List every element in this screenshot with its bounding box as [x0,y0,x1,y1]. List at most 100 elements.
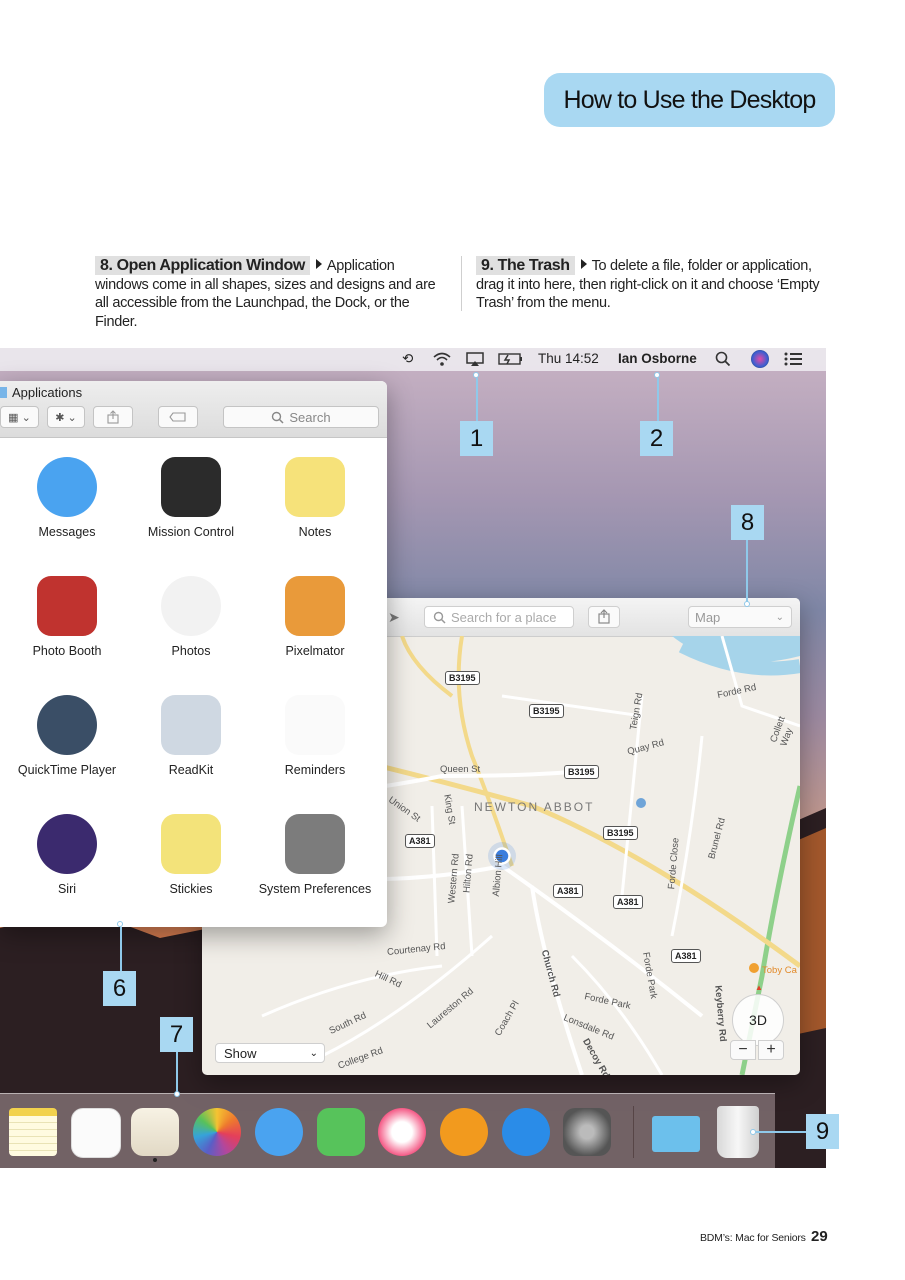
dock [0,1093,775,1168]
arrow-right-icon [315,259,322,269]
system-preferences-dock-icon[interactable] [563,1108,611,1156]
reminders-dock-icon[interactable] [71,1108,121,1158]
map-share-button[interactable] [588,606,620,628]
messages-dock-icon[interactable] [255,1108,303,1156]
search-icon [433,611,446,624]
app-item-readkit[interactable]: ReadKit [129,695,253,777]
reminders-icon [285,695,345,755]
folder-dock-icon[interactable] [652,1116,700,1152]
tag-icon [169,412,186,422]
app-item-label: Mission Control [147,525,235,539]
step-8-title: 8. Open Application Window [95,256,310,275]
time-machine-icon[interactable]: ⟲ [402,351,413,367]
map-search-placeholder: Search for a place [451,609,557,625]
callout-7: 7 [160,1017,193,1052]
app-item-stickies[interactable]: Stickies [129,814,253,896]
dock-separator [633,1106,634,1158]
step-8: 8. Open Application Window Application wi… [95,256,440,331]
step-9: 9. The Trash To delete a file, folder or … [476,256,821,313]
app-item-label: Photos [171,644,211,658]
menu-bar: ⟲ Thu 14:52 Ian Osborne [0,348,826,371]
app-item-pixelmator[interactable]: Pixelmator [253,576,377,658]
callout-1: 1 [460,421,493,456]
road-shield: A381 [613,895,643,909]
finder-title: Applications [12,385,83,400]
quicktime-player-icon [37,695,97,755]
mission-control-icon [161,457,221,517]
road-shield: B3195 [445,671,480,685]
app-item-reminders[interactable]: Reminders [253,695,377,777]
zoom-out-button[interactable]: − [730,1040,756,1060]
share-button[interactable] [93,406,133,428]
pixelmator-icon [285,576,345,636]
airplay-icon[interactable] [465,351,485,370]
app-item-label: Notes [298,525,332,539]
map-type-select[interactable]: Map ⌄ [688,606,792,628]
facetime-dock-icon[interactable] [317,1108,365,1156]
gear-icon: ✱ ⌄ [55,411,77,424]
road-shield: B3195 [564,765,599,779]
callout-dot [174,1091,180,1097]
maps-dock-icon[interactable] [131,1108,179,1156]
road-shield: B3195 [603,826,638,840]
tags-button[interactable] [158,406,198,428]
road-shield: A381 [405,834,435,848]
location-arrow-icon[interactable]: ➤ [388,609,400,626]
app-store-dock-icon[interactable] [502,1108,550,1156]
notes-dock-icon[interactable] [9,1108,57,1156]
app-item-photo-booth[interactable]: Photo Booth [5,576,129,658]
app-item-notes[interactable]: Notes [253,457,377,539]
spotlight-icon[interactable] [715,351,731,370]
poi-label: Toby Ca [762,965,797,976]
finder-window[interactable]: Applications ▦ ⌄ ✱ ⌄ Search Messages Miss… [0,381,387,927]
compass-north-icon: ▲ [755,983,763,992]
stickies-icon [161,814,221,874]
menu-clock[interactable]: Thu 14:52 [538,351,599,366]
chevron-down-icon: ⌄ [775,611,784,623]
road-shield: B3195 [529,704,564,718]
readkit-icon [161,695,221,755]
page-number: 29 [811,1228,828,1245]
map-search-input[interactable]: Search for a place [424,606,574,628]
road-label: Queen St [440,764,481,775]
action-button[interactable]: ✱ ⌄ [47,406,85,428]
callout-2: 2 [640,421,673,456]
app-item-messages[interactable]: Messages [5,457,129,539]
road-shield: A381 [553,884,583,898]
app-item-mission-control[interactable]: Mission Control [129,457,253,539]
folder-icon [0,387,7,398]
view-options-button[interactable]: ▦ ⌄ [0,406,39,428]
desktop-screenshot: ⟲ Thu 14:52 Ian Osborne ➤ Search for a p… [0,348,826,1168]
app-item-siri[interactable]: Siri [5,814,129,896]
map-show-select[interactable]: Show ⌄ [215,1043,325,1063]
callout-line [756,1131,806,1133]
siri-icon[interactable] [751,350,769,368]
siri-icon [37,814,97,874]
zoom-in-button[interactable]: + [758,1040,784,1060]
callout-line [657,378,659,421]
photos-dock-icon[interactable] [193,1108,241,1156]
wifi-icon[interactable] [432,351,452,370]
callout-line [476,378,478,422]
battery-icon[interactable] [498,351,524,370]
callout-9: 9 [806,1114,839,1149]
photos-icon [161,576,221,636]
finder-search-input[interactable]: Search [223,406,379,428]
app-item-label: Photo Booth [32,644,102,658]
map-3d-button[interactable]: 3D [732,994,784,1046]
map-3d-label: 3D [749,1012,767,1028]
menu-user[interactable]: Ian Osborne [618,351,697,366]
app-item-quicktime-player[interactable]: QuickTime Player [5,695,129,777]
map-poi-icon [749,963,759,973]
finder-search-placeholder: Search [289,409,331,425]
app-item-label: Stickies [169,882,213,896]
app-item-photos[interactable]: Photos [129,576,253,658]
map-town-label: NEWTON ABBOT [474,800,595,814]
itunes-dock-icon[interactable] [378,1108,426,1156]
ibooks-dock-icon[interactable] [440,1108,488,1156]
app-item-label: Reminders [284,763,346,777]
app-item-system-preferences[interactable]: System Preferences [253,814,377,896]
chevron-down-icon: ⌄ [309,1047,318,1059]
road-shield: A381 [671,949,701,963]
notification-center-icon[interactable] [783,351,803,370]
